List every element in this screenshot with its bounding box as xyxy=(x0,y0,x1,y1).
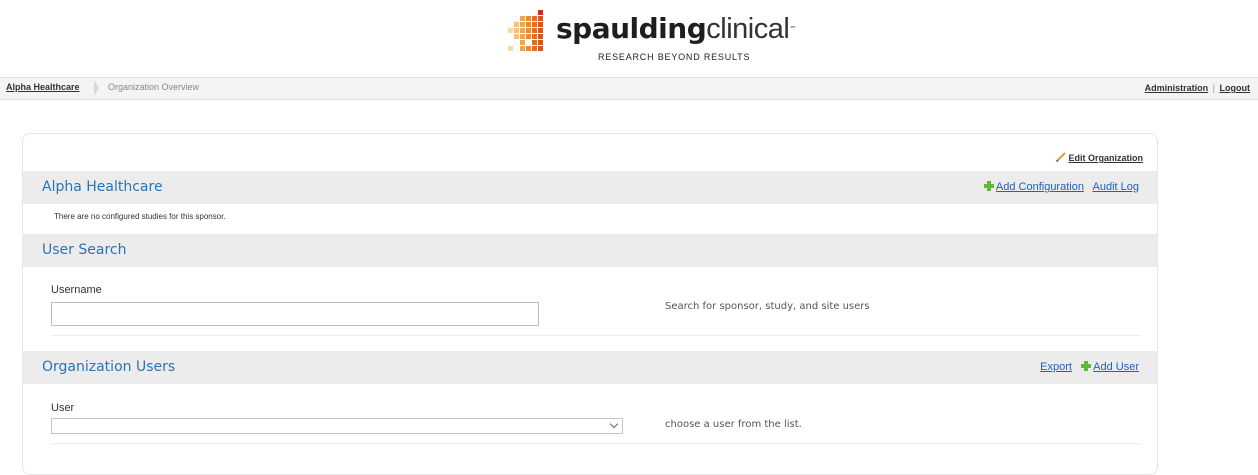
username-label: Username xyxy=(51,284,102,296)
logo-dot xyxy=(526,22,531,27)
add-icon xyxy=(983,181,994,191)
divider xyxy=(51,335,1141,336)
logo-dot xyxy=(508,28,513,33)
logo-dot xyxy=(532,22,537,27)
logo-dot xyxy=(520,28,525,33)
edit-organization-link[interactable]: Edit Organization xyxy=(1068,153,1143,163)
add-user-link[interactable]: Add User xyxy=(1093,361,1139,373)
organization-users-title: Organization Users xyxy=(42,359,176,375)
logo-dot xyxy=(532,16,537,21)
logout-link[interactable]: Logout xyxy=(1220,83,1251,93)
logo-dot xyxy=(508,46,513,51)
logo-brand-light: clinical xyxy=(706,13,790,45)
logo-dot xyxy=(538,22,543,27)
user-select[interactable] xyxy=(51,418,623,434)
logo-dot xyxy=(538,46,543,51)
breadcrumb-separator-icon xyxy=(94,80,99,96)
pencil-icon xyxy=(1056,152,1067,162)
organization-users-actions: Export Add User xyxy=(1040,361,1139,373)
logo-brand-bold: spaulding xyxy=(556,12,707,45)
logo-dot xyxy=(538,10,543,15)
logo-dot xyxy=(538,28,543,33)
organization-section-header: Alpha Healthcare Add Configuration Audit… xyxy=(23,171,1157,204)
logo-dot xyxy=(520,40,525,45)
organization-title: Alpha Healthcare xyxy=(42,179,163,195)
header: spauldingclinical™ RESEARCH BEYOND RESUL… xyxy=(0,0,1258,76)
breadcrumb-home-link[interactable]: Alpha Healthcare xyxy=(6,82,80,92)
spaulding-logo: spauldingclinical™ RESEARCH BEYOND RESUL… xyxy=(508,8,796,68)
user-search-hint: Search for sponsor, study, and site user… xyxy=(665,301,870,312)
logo-dot xyxy=(514,34,519,39)
logo-trademark: ™ xyxy=(789,25,796,33)
logo-dot xyxy=(526,34,531,39)
breadcrumb-current: Organization Overview xyxy=(108,82,200,92)
logo-dot xyxy=(526,28,531,33)
audit-log-link[interactable]: Audit Log xyxy=(1093,181,1139,193)
username-input[interactable] xyxy=(51,302,539,326)
no-studies-note: There are no configured studies for this… xyxy=(54,212,226,221)
logo-dot xyxy=(532,46,537,51)
logo-dot xyxy=(520,34,525,39)
organization-panel: Edit Organization Alpha Healthcare Add C… xyxy=(22,133,1158,475)
breadcrumb: Alpha Healthcare Organization Overview A… xyxy=(0,77,1258,100)
logo-dot xyxy=(532,34,537,39)
user-select-hint: choose a user from the list. xyxy=(665,419,802,430)
logo-dot xyxy=(520,46,525,51)
logo-tagline: RESEARCH BEYOND RESULTS xyxy=(598,52,751,62)
organization-actions: Add Configuration Audit Log xyxy=(983,181,1139,193)
logo-dot xyxy=(526,46,531,51)
logo-dot xyxy=(538,34,543,39)
logo-dot xyxy=(532,40,537,45)
export-link[interactable]: Export xyxy=(1040,361,1072,373)
add-icon xyxy=(1081,361,1092,371)
logo-dot-grid-icon xyxy=(508,10,550,54)
logo-dot xyxy=(514,28,519,33)
logo-wordmark: spauldingclinical™ xyxy=(556,12,796,46)
logo-dot xyxy=(538,16,543,21)
logo-dot xyxy=(532,28,537,33)
user-search-section-header: User Search xyxy=(23,234,1157,267)
logo-dot xyxy=(520,22,525,27)
logo-dot xyxy=(526,16,531,21)
edit-organization: Edit Organization xyxy=(1056,152,1143,163)
top-links-separator: | xyxy=(1212,83,1215,93)
user-label: User xyxy=(51,402,75,414)
top-links: Administration | Logout xyxy=(1145,83,1250,93)
organization-users-section-header: Organization Users Export Add User xyxy=(23,351,1157,384)
divider xyxy=(51,443,1141,444)
chevron-down-icon xyxy=(609,419,619,429)
add-configuration-link[interactable]: Add Configuration xyxy=(996,181,1084,193)
logo-dot xyxy=(538,40,543,45)
user-search-title: User Search xyxy=(42,242,127,258)
logo-dot xyxy=(514,22,519,27)
administration-link[interactable]: Administration xyxy=(1145,83,1209,93)
logo-dot xyxy=(520,16,525,21)
